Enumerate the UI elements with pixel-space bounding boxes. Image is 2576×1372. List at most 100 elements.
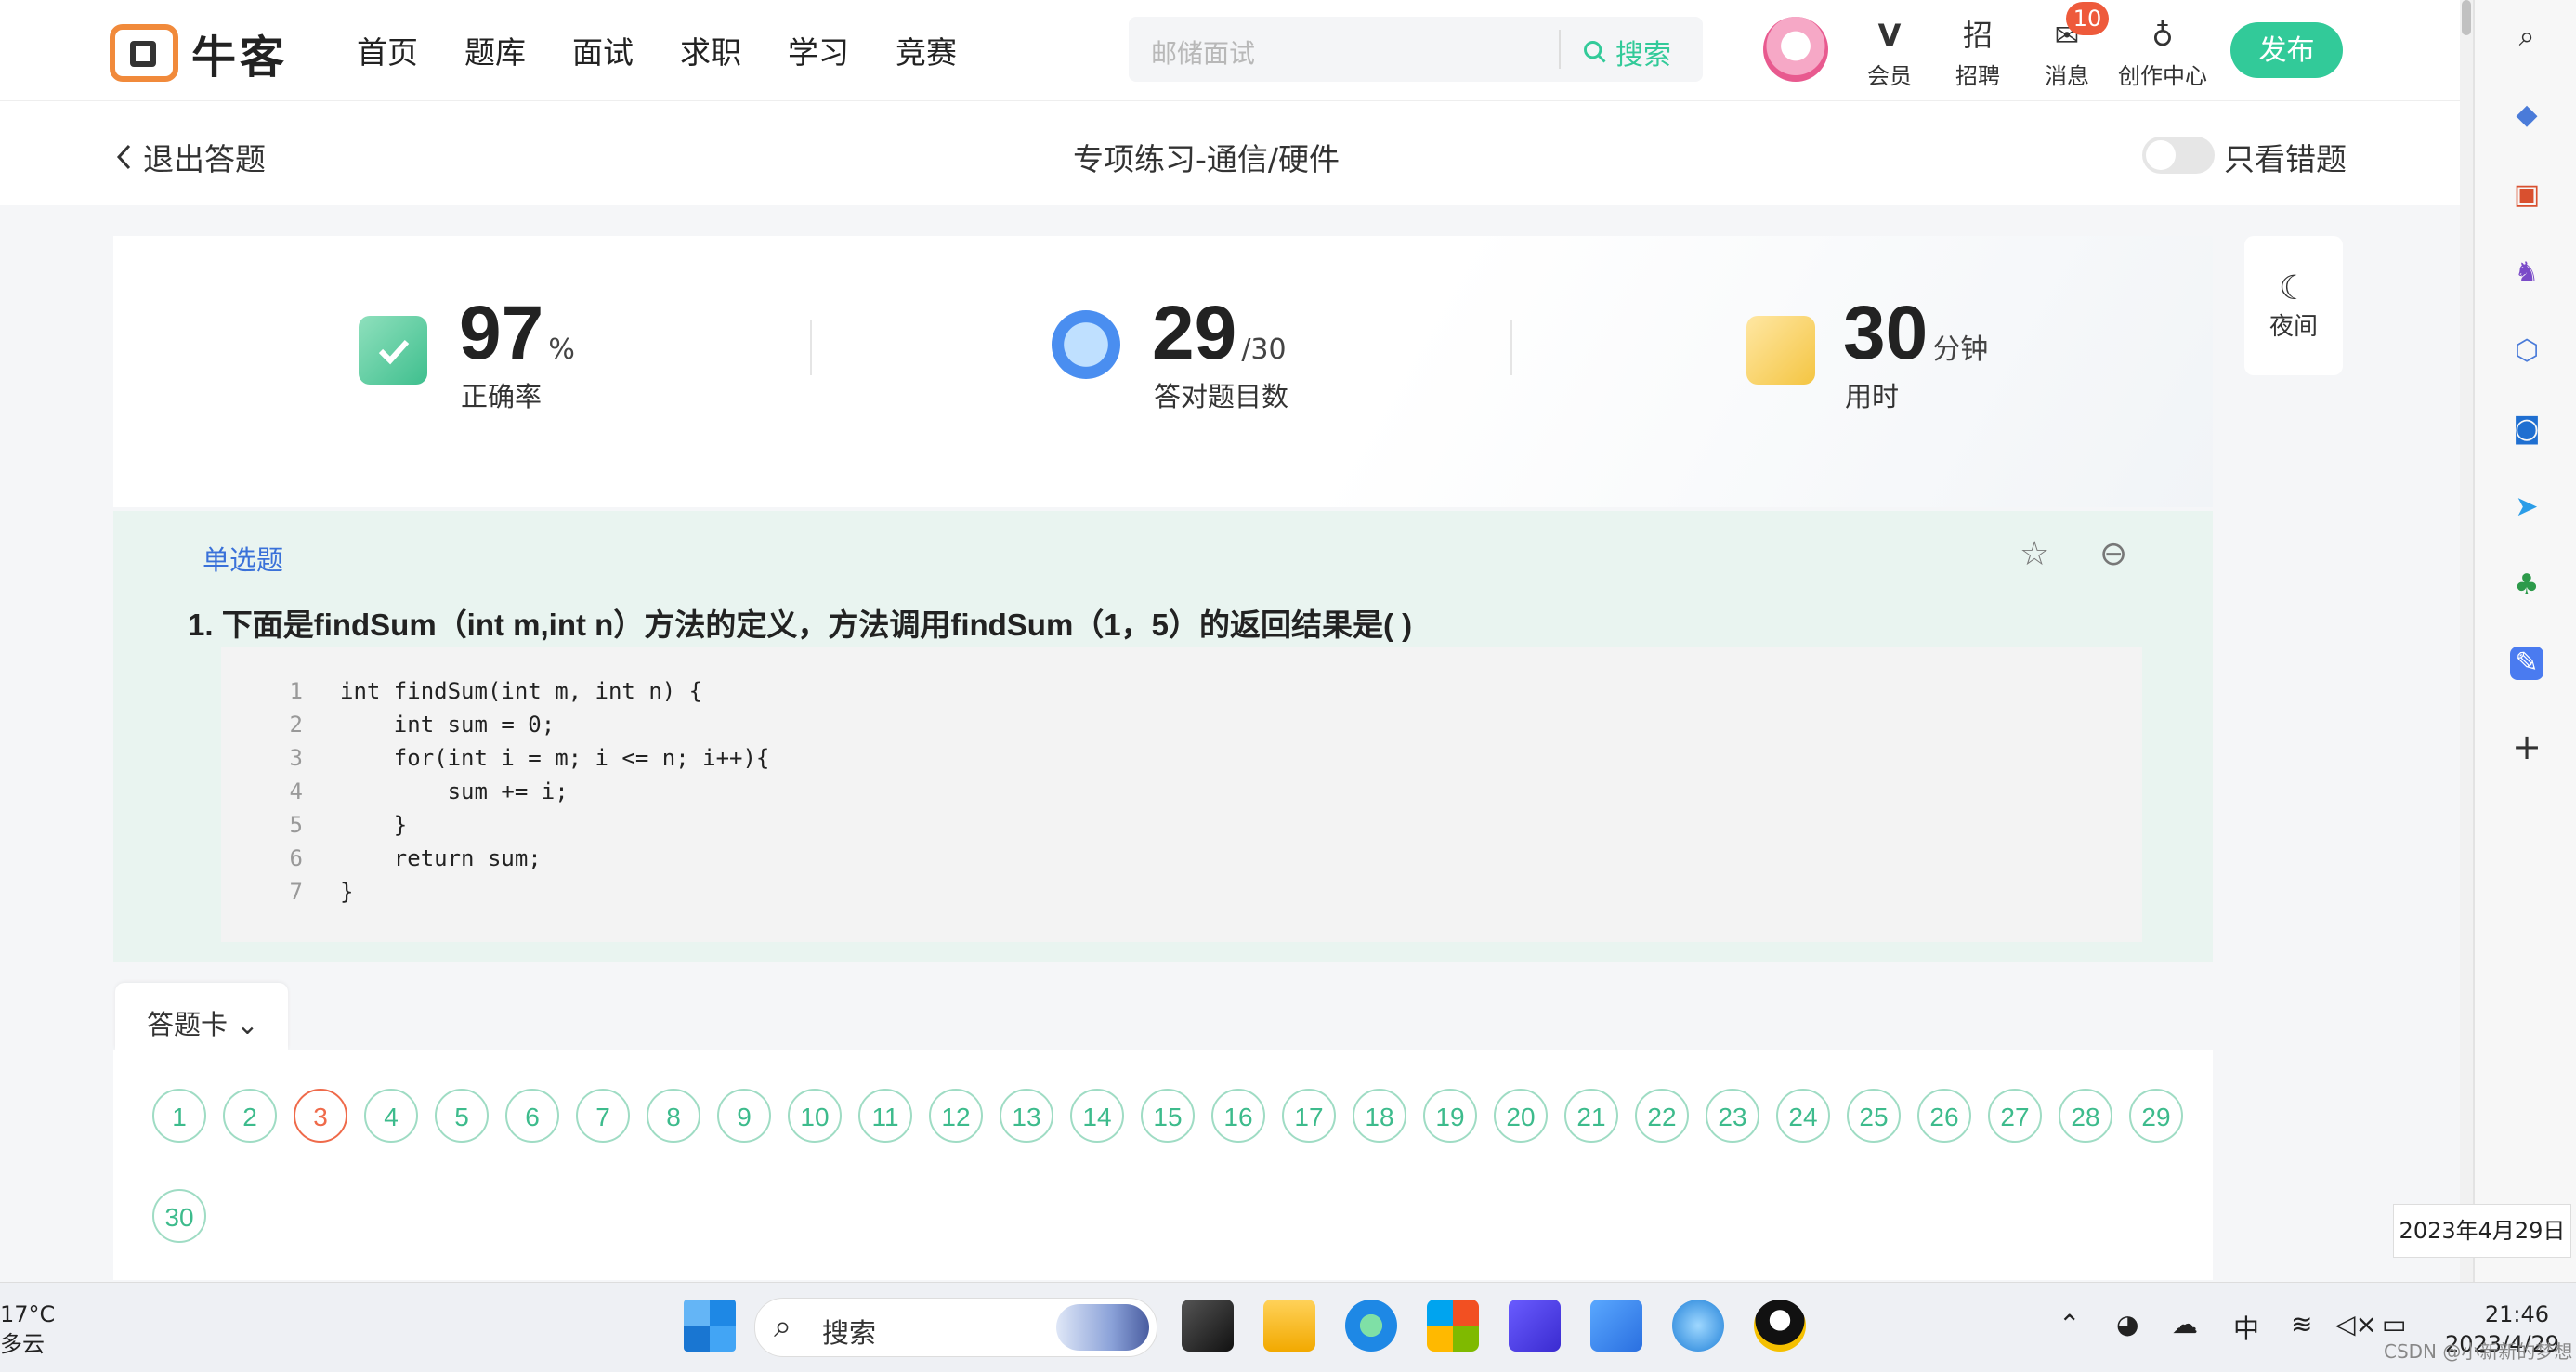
weather-widget[interactable]: 17°C 多云 xyxy=(0,1300,55,1359)
minus-circle-icon[interactable]: ⊖ xyxy=(2099,535,2127,573)
answer-card-item[interactable]: 23 xyxy=(1706,1089,1759,1143)
windows-start-icon[interactable] xyxy=(684,1300,736,1352)
answer-card-item[interactable]: 2 xyxy=(223,1089,277,1143)
nav-question-bank[interactable]: 题库 xyxy=(464,28,526,72)
m-app-icon[interactable] xyxy=(1509,1300,1561,1352)
avatar[interactable] xyxy=(1763,17,1828,82)
volume-mute-icon[interactable]: ◁× xyxy=(2335,1309,2377,1339)
answer-card-item[interactable]: 16 xyxy=(1211,1089,1265,1143)
chevron-left-icon xyxy=(116,144,131,170)
date-tooltip: 2023年4月29日 xyxy=(2393,1204,2571,1258)
tree-icon[interactable]: ♣ xyxy=(2510,568,2543,602)
only-wrong-toggle[interactable] xyxy=(2142,137,2215,174)
tag-icon[interactable]: ◆ xyxy=(2510,98,2543,132)
answer-card-item[interactable]: 11 xyxy=(858,1089,912,1143)
answer-card-item[interactable]: 29 xyxy=(2129,1089,2183,1143)
answer-card-panel: 1 2 3 4 5 6 7 8 9 10 11 12 13 14 15 16 17 18 19 20 21 22 23 24 2… xyxy=(113,1050,2213,1280)
answer-card-item[interactable]: 18 xyxy=(1353,1089,1406,1143)
answer-card-item[interactable]: 19 xyxy=(1423,1089,1477,1143)
send-icon[interactable]: ➤ xyxy=(2510,490,2543,524)
chevron-up-icon[interactable]: ⌃ xyxy=(2059,1309,2080,1339)
clock-icon xyxy=(1746,316,1815,385)
time-stat: 30 分钟 xyxy=(1843,290,1988,377)
nav-jobs[interactable]: 求职 xyxy=(680,28,741,72)
answer-card-item[interactable]: 15 xyxy=(1141,1089,1195,1143)
browser-icon[interactable] xyxy=(1672,1300,1724,1352)
bulb-icon: ♁ xyxy=(2151,18,2174,53)
answer-card-item[interactable]: 14 xyxy=(1070,1089,1124,1143)
battery-icon[interactable]: ▭ xyxy=(2382,1309,2406,1339)
task-view-icon[interactable] xyxy=(1182,1300,1234,1352)
edit-icon[interactable]: ✎ xyxy=(2510,647,2543,680)
answer-card-item[interactable]: 22 xyxy=(1635,1089,1689,1143)
answer-card-item[interactable]: 13 xyxy=(1000,1089,1053,1143)
store-icon[interactable] xyxy=(1427,1300,1479,1352)
answer-card-item[interactable]: 24 xyxy=(1776,1089,1830,1143)
edge-browser-icon[interactable] xyxy=(1345,1300,1397,1352)
ime-indicator[interactable]: 中 xyxy=(2233,1309,2259,1346)
nav-contest[interactable]: 竞赛 xyxy=(896,28,957,72)
answer-card-item[interactable]: 1 xyxy=(152,1089,206,1143)
answer-card-item[interactable]: 9 xyxy=(717,1089,771,1143)
nav-learn[interactable]: 学习 xyxy=(788,28,849,72)
recruit-button[interactable]: 招 招聘 xyxy=(1941,15,2015,90)
answer-card-item[interactable]: 27 xyxy=(1988,1089,2042,1143)
wifi-icon[interactable]: ≋ xyxy=(2291,1309,2312,1339)
vip-icon: V xyxy=(1877,18,1902,53)
favorite-star-icon[interactable]: ☆ xyxy=(2020,535,2049,573)
search-input[interactable]: 邮储面试 xyxy=(1151,33,1255,71)
answer-card-item[interactable]: 17 xyxy=(1282,1089,1336,1143)
answer-card-item[interactable]: 28 xyxy=(2059,1089,2112,1143)
scrollbar-thumb[interactable] xyxy=(2462,0,2471,35)
answer-card-item[interactable]: 3 xyxy=(294,1089,347,1143)
qq-icon[interactable] xyxy=(1754,1300,1806,1352)
qq-tray-icon[interactable]: ◕ xyxy=(2116,1309,2138,1339)
outlook-icon[interactable]: ◙ xyxy=(2510,412,2543,446)
code-line: 5 } xyxy=(289,812,408,838)
answer-card-item[interactable]: 21 xyxy=(1564,1089,1618,1143)
a-app-icon[interactable] xyxy=(1590,1300,1642,1352)
add-icon[interactable]: + xyxy=(2510,729,2543,764)
answer-card-item[interactable]: 7 xyxy=(576,1089,630,1143)
toolbox-icon[interactable]: ▣ xyxy=(2510,178,2543,212)
logo[interactable]: 牛客 xyxy=(110,20,288,85)
answer-card-item[interactable]: 8 xyxy=(647,1089,700,1143)
vip-button[interactable]: V 会员 xyxy=(1852,15,1927,90)
chess-icon[interactable]: ♞ xyxy=(2510,256,2543,290)
nav-home[interactable]: 首页 xyxy=(357,28,418,72)
search-icon xyxy=(1584,41,1606,63)
answer-card-item[interactable]: 20 xyxy=(1494,1089,1548,1143)
publish-button[interactable]: 发布 xyxy=(2230,22,2343,78)
creator-center-button[interactable]: ♁ 创作中心 xyxy=(2116,15,2209,90)
copilot-icon[interactable]: ⬡ xyxy=(2510,334,2543,368)
only-wrong-label: 只看错题 xyxy=(2224,141,2347,177)
taskbar-search[interactable]: ⌕ 搜索 xyxy=(754,1298,1157,1357)
time-label: 用时 xyxy=(1845,381,1900,412)
file-explorer-icon[interactable] xyxy=(1263,1300,1315,1352)
page-title: 专项练习-通信/硬件 xyxy=(1073,141,1340,177)
answer-card-item[interactable]: 30 xyxy=(152,1189,206,1243)
answer-card-item[interactable]: 4 xyxy=(364,1089,418,1143)
answer-card-item[interactable]: 6 xyxy=(505,1089,559,1143)
correct-label: 答对题目数 xyxy=(1154,381,1289,412)
search-icon[interactable]: ⌕ xyxy=(2510,20,2543,54)
question-number: 1. xyxy=(188,608,214,642)
search-button[interactable]: 搜索 xyxy=(1582,32,1671,72)
exit-button[interactable]: 退出答题 xyxy=(115,135,266,179)
question-text: 1. 下面是findSum（int m,int n）方法的定义，方法调用find… xyxy=(188,600,1412,645)
weather-desc: 多云 xyxy=(0,1331,45,1357)
answer-card-item[interactable]: 12 xyxy=(929,1089,983,1143)
answer-card-tab[interactable]: 答题卡 ⌄ xyxy=(115,983,288,1050)
recruit-icon: 招 xyxy=(1962,18,1993,53)
answer-card-item[interactable]: 26 xyxy=(1917,1089,1971,1143)
cloud-icon[interactable]: ☁ xyxy=(2172,1309,2198,1339)
answer-card-item[interactable]: 5 xyxy=(435,1089,489,1143)
answer-card-item[interactable]: 10 xyxy=(788,1089,842,1143)
search-button-label: 搜索 xyxy=(1615,39,1671,72)
answer-card-item[interactable]: 25 xyxy=(1847,1089,1901,1143)
accuracy-stat: 97 % xyxy=(459,290,575,377)
nav-interview[interactable]: 面试 xyxy=(572,28,634,72)
scrollbar[interactable] xyxy=(2460,0,2473,1282)
night-mode-button[interactable]: ☾ 夜间 xyxy=(2244,236,2343,375)
night-mode-label: 夜间 xyxy=(2269,313,2318,341)
